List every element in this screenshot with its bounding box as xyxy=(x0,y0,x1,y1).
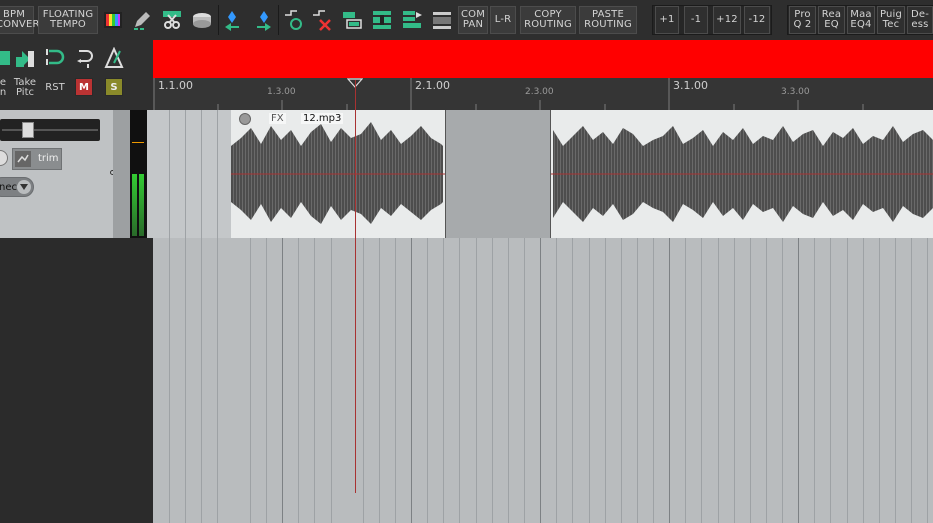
solo-label: S xyxy=(110,81,118,93)
transpose-plus1-label: +1 xyxy=(659,14,675,25)
deess-button[interactable]: De-ess xyxy=(907,6,933,34)
pencil-icon[interactable] xyxy=(130,8,154,32)
ruler-mark-3: 2.1.00 xyxy=(415,79,450,92)
media-item[interactable]: FX 12.mp3 xyxy=(231,110,933,238)
color-picker-icon[interactable] xyxy=(101,8,125,32)
automation-icon xyxy=(15,151,31,167)
transpose-plus1-button[interactable]: +1 xyxy=(655,6,679,34)
grid-line xyxy=(185,110,186,523)
transpose-minus1-label: -1 xyxy=(690,14,702,25)
collapse-tracks-icon[interactable] xyxy=(430,8,454,32)
paste-routing-label: PASTE ROUTING xyxy=(584,9,632,30)
track-header: trim nect 1 xyxy=(0,110,153,238)
empty-selection-gap[interactable] xyxy=(445,110,551,238)
scissors-icon[interactable] xyxy=(160,8,184,32)
render-track-icon[interactable] xyxy=(400,8,424,32)
tcp-label-cut: en xyxy=(0,77,7,98)
track-header-body: trim nect 1 xyxy=(0,110,122,238)
loop-item-icon[interactable] xyxy=(42,46,66,70)
grid-line xyxy=(217,110,218,523)
reaeq-button[interactable]: Rea EQ xyxy=(818,6,845,34)
bpm-convert-label: BPM CONVERT xyxy=(0,9,46,30)
insert-track-icon[interactable] xyxy=(370,8,394,32)
puigtec-label: Puig Tec xyxy=(879,9,903,30)
nudge-right-icon[interactable] xyxy=(250,8,274,32)
ruler-mark-6: 3.3.00 xyxy=(781,87,810,97)
volume-fader[interactable] xyxy=(0,119,100,141)
transpose-minus12-label: -12 xyxy=(748,14,766,25)
automation-trim-button[interactable]: trim xyxy=(12,148,62,170)
nudge-left-icon[interactable] xyxy=(222,8,246,32)
mute-label: M xyxy=(79,81,89,93)
loop-delete-icon[interactable] xyxy=(310,8,334,32)
trim-label: trim xyxy=(38,153,59,164)
transpose-minus12-button[interactable]: -12 xyxy=(744,6,770,34)
waveform xyxy=(231,122,933,224)
meter-bar-left xyxy=(132,174,137,236)
take-pitch-label: Take Pitc xyxy=(13,77,37,98)
deess-label: De-ess xyxy=(910,9,930,30)
tcp-toolbar: en Take Pitc RST M S xyxy=(0,40,153,110)
ruler-mark-2: 1.3.00 xyxy=(267,87,296,97)
proq2-button[interactable]: Pro Q 2 xyxy=(789,6,816,34)
drum-icon[interactable] xyxy=(190,8,214,32)
paste-routing-button[interactable]: PASTE ROUTING xyxy=(579,6,637,34)
rst-button[interactable]: RST xyxy=(44,83,66,93)
proq2-label: Pro Q 2 xyxy=(793,9,812,30)
fader-handle[interactable] xyxy=(22,122,34,138)
item-name-label: 12.mp3 xyxy=(301,113,344,124)
level-meter xyxy=(130,110,147,238)
com-pan-label: COM PAN xyxy=(460,9,486,30)
ruler-mark-1: 1.1.00 xyxy=(158,79,193,92)
playhead-cursor[interactable] xyxy=(355,80,356,493)
grid-line xyxy=(201,110,202,523)
take-pitch-button[interactable]: Take Pitc xyxy=(10,78,40,98)
main-toolbar: BPM CONVERT FLOATING TEMPO COM PAN L-R C… xyxy=(0,0,933,41)
toolbar-separator xyxy=(218,5,219,35)
rst-label: RST xyxy=(45,82,65,93)
item-volume-knob-icon[interactable] xyxy=(239,113,251,125)
transpose-minus1-button[interactable]: -1 xyxy=(684,6,708,34)
reaeq-label: Rea EQ xyxy=(821,9,842,30)
group-items-icon[interactable] xyxy=(340,8,364,32)
solo-button[interactable]: S xyxy=(105,78,123,96)
loop-refresh-icon[interactable] xyxy=(282,8,306,32)
item-icon[interactable] xyxy=(0,46,12,70)
meter-bar-right xyxy=(139,174,144,236)
meter-peak-line xyxy=(132,142,144,143)
ruler-mark-4: 2.3.00 xyxy=(525,87,554,97)
mute-button[interactable]: M xyxy=(75,78,93,96)
chevron-down-icon xyxy=(17,180,31,194)
puigtec-button[interactable]: Puig Tec xyxy=(877,6,905,34)
ruler-mark-5: 3.1.00 xyxy=(673,79,708,92)
tcp-empty-area[interactable] xyxy=(0,238,153,523)
arrange-view[interactable]: 1.1.00 1.3.00 2.1.00 2.3.00 3.1.00 3.3.0… xyxy=(153,40,933,523)
transpose-plus12-button[interactable]: +12 xyxy=(713,6,741,34)
region-bar[interactable] xyxy=(153,40,933,78)
grid-line xyxy=(169,110,170,523)
floating-tempo-button[interactable]: FLOATING TEMPO xyxy=(38,6,98,34)
fader-track xyxy=(2,129,98,131)
transpose-plus12-label: +12 xyxy=(716,14,738,25)
timeline-ruler[interactable]: 1.1.00 1.3.00 2.1.00 2.3.00 3.1.00 3.3.0… xyxy=(153,78,933,110)
track-control-panel: en Take Pitc RST M S trim nect xyxy=(0,40,153,523)
copy-routing-label: COPY ROUTING xyxy=(524,9,572,30)
tcp-spacer xyxy=(113,110,130,238)
l-r-button[interactable]: L-R xyxy=(490,6,516,34)
metronome-icon[interactable] xyxy=(102,46,126,70)
copy-routing-button[interactable]: COPY ROUTING xyxy=(520,6,576,34)
glue-icon[interactable] xyxy=(13,46,37,70)
maaeq4-label: Maa EQ4 xyxy=(850,9,872,30)
floating-tempo-label: FLOATING TEMPO xyxy=(42,9,94,30)
stretch-marker-icon[interactable] xyxy=(72,46,96,70)
com-pan-button[interactable]: COM PAN xyxy=(458,6,488,34)
bpm-convert-button[interactable]: BPM CONVERT xyxy=(0,6,46,34)
l-r-label: L-R xyxy=(494,14,512,25)
connect-dropdown[interactable]: nect xyxy=(0,177,34,197)
toolbar-separator xyxy=(278,5,279,35)
item-fx-label[interactable]: FX xyxy=(269,113,286,124)
maaeq4-button[interactable]: Maa EQ4 xyxy=(847,6,875,34)
pan-knob[interactable] xyxy=(0,150,8,166)
